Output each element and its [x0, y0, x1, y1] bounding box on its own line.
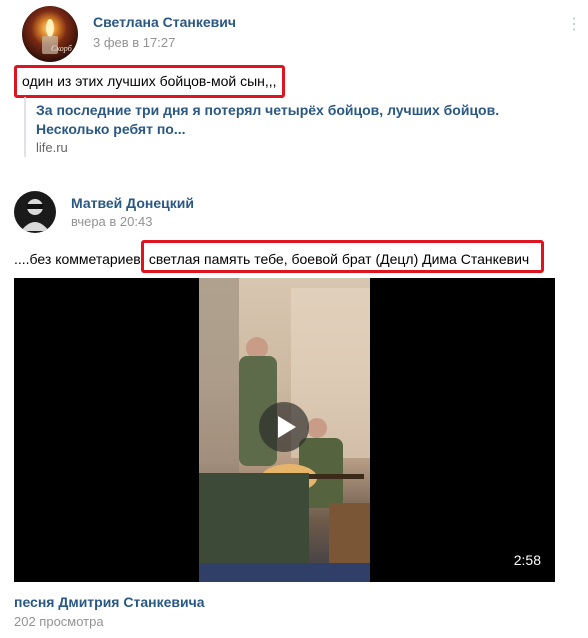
author-name[interactable]: Светлана Станкевич — [93, 14, 236, 30]
candle-icon — [42, 19, 58, 54]
video-player[interactable]: 2:58 — [14, 278, 555, 582]
user-silhouette-icon — [21, 199, 49, 231]
author-name[interactable]: Матвей Донецкий — [71, 195, 194, 211]
play-button[interactable] — [259, 402, 309, 452]
link-domain: life.ru — [36, 140, 68, 155]
post-text-highlight: светлая память тебе, боевой брат (Децл) … — [145, 251, 530, 267]
video-views: 202 просмотра — [14, 614, 104, 629]
post-date[interactable]: 3 фев в 17:27 — [93, 35, 175, 50]
video-duration: 2:58 — [513, 552, 541, 568]
avatar-caption: Скорб — [51, 44, 72, 53]
link-title[interactable]: За последние три дня я потерял четырёх б… — [36, 101, 556, 139]
video-title[interactable]: песня Дмитрия Станкевича — [14, 594, 205, 610]
play-icon — [278, 416, 296, 438]
post-date[interactable]: вчера в 20:43 — [71, 214, 152, 229]
author-avatar[interactable] — [14, 191, 56, 233]
author-avatar[interactable]: Скорб — [22, 6, 78, 62]
post-text: один из этих лучших бойцов-мой сын,,, — [22, 73, 277, 89]
more-options-icon[interactable]: ⋮ — [566, 14, 582, 34]
post-text-prefix: ....без комметариев, — [14, 251, 145, 267]
